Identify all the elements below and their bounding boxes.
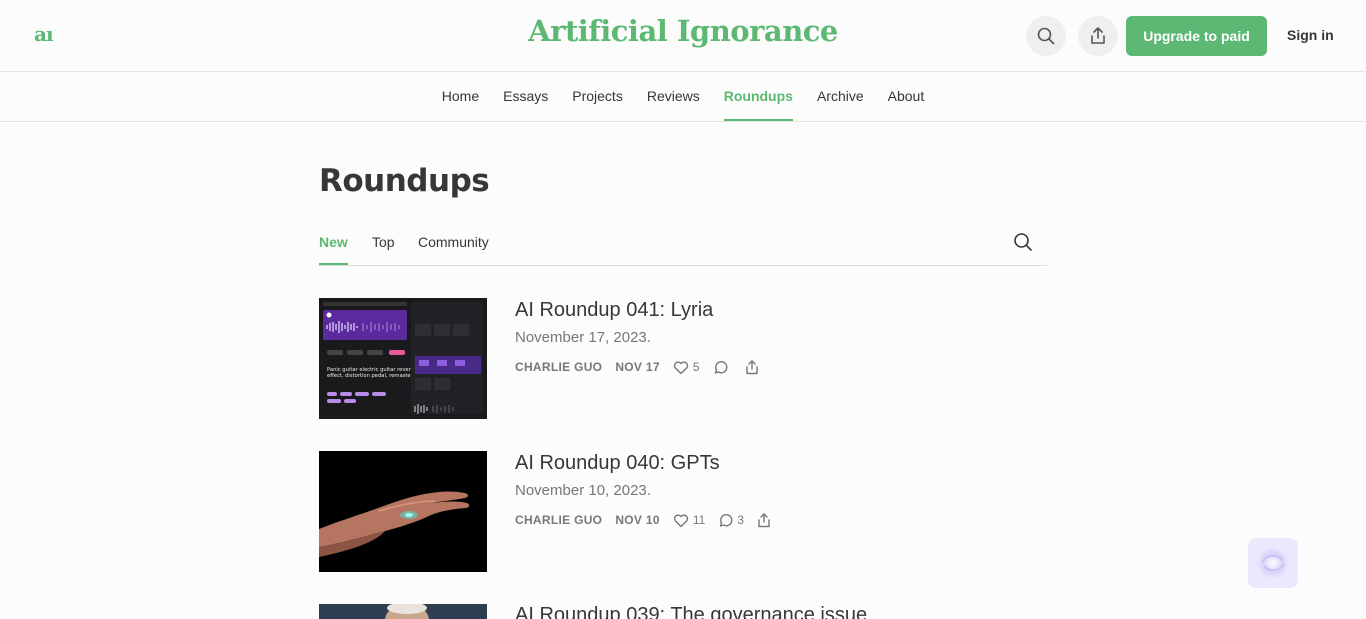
nav-about[interactable]: About [888, 72, 925, 121]
nav-essays[interactable]: Essays [503, 72, 548, 121]
post-subtitle: November 17, 2023. [515, 329, 651, 346]
post-date: NOV 10 [615, 513, 660, 527]
top-bar: aı Artificial Ignorance Upgrade to paid … [0, 0, 1366, 72]
archive-search-button[interactable] [1013, 232, 1033, 257]
comment-icon [720, 513, 733, 527]
post-thumbnail[interactable] [319, 451, 487, 572]
thumb-prompt-text: Panic guitar electric guitar reverb effe… [327, 367, 419, 379]
comment-count: 3 [737, 513, 744, 527]
post-item[interactable]: AI Roundup 039: The governance issue [319, 604, 1047, 619]
like-button[interactable]: 5 [673, 360, 700, 375]
share-icon [758, 512, 770, 527]
heart-icon [673, 360, 688, 374]
share-icon [745, 359, 758, 374]
post-author[interactable]: CHARLIE GUO [515, 360, 602, 374]
search-button[interactable] [1026, 16, 1066, 56]
comment-button[interactable] [713, 360, 732, 375]
post-share-button[interactable] [757, 512, 771, 528]
tab-community[interactable]: Community [418, 226, 489, 258]
sort-tabs: New Top Community [319, 226, 1047, 266]
post-item[interactable]: AI Roundup 040: GPTs November 10, 2023. … [319, 451, 1047, 572]
heart-icon [673, 513, 688, 527]
post-date: NOV 17 [615, 360, 660, 374]
sign-in-link[interactable]: Sign in [1287, 27, 1334, 43]
music-app-image: Panic guitar electric guitar reverb effe… [319, 298, 487, 419]
portrait-image [319, 604, 487, 619]
post-title[interactable]: AI Roundup 039: The governance issue [515, 604, 867, 619]
share-button[interactable] [1078, 16, 1118, 56]
post-thumbnail[interactable]: Panic guitar electric guitar reverb effe… [319, 298, 487, 419]
like-count: 11 [692, 513, 706, 527]
post-item[interactable]: Panic guitar electric guitar reverb effe… [319, 298, 1047, 419]
post-subtitle: November 10, 2023. [515, 482, 651, 499]
like-button[interactable]: 11 [673, 513, 705, 528]
nav-archive[interactable]: Archive [817, 72, 864, 121]
post-share-button[interactable] [745, 359, 759, 375]
nav-reviews[interactable]: Reviews [647, 72, 700, 121]
post-title[interactable]: AI Roundup 040: GPTs [515, 452, 720, 475]
page-title: Roundups [319, 163, 490, 199]
tab-top[interactable]: Top [372, 226, 395, 258]
search-icon [1014, 233, 1032, 251]
comment-button[interactable]: 3 [718, 513, 744, 528]
swirl-icon [1257, 547, 1289, 579]
post-title[interactable]: AI Roundup 041: Lyria [515, 299, 713, 322]
upgrade-button[interactable]: Upgrade to paid [1126, 16, 1267, 56]
post-meta: CHARLIE GUO NOV 10 11 3 [515, 511, 784, 529]
post-meta: CHARLIE GUO NOV 17 5 [515, 358, 772, 376]
main-nav: Home Essays Projects Reviews Roundups Ar… [0, 72, 1366, 122]
nav-projects[interactable]: Projects [572, 72, 623, 121]
share-icon [1091, 27, 1105, 44]
tab-new[interactable]: New [319, 226, 348, 265]
like-count: 5 [692, 360, 700, 374]
nav-roundups[interactable]: Roundups [723, 72, 794, 121]
floating-assistant-button[interactable] [1248, 538, 1298, 588]
post-author[interactable]: CHARLIE GUO [515, 513, 602, 527]
post-thumbnail[interactable] [319, 604, 487, 619]
nav-home[interactable]: Home [442, 72, 479, 121]
search-icon [1037, 27, 1055, 45]
comment-icon [714, 360, 727, 374]
hand-hologram-image [319, 451, 487, 572]
